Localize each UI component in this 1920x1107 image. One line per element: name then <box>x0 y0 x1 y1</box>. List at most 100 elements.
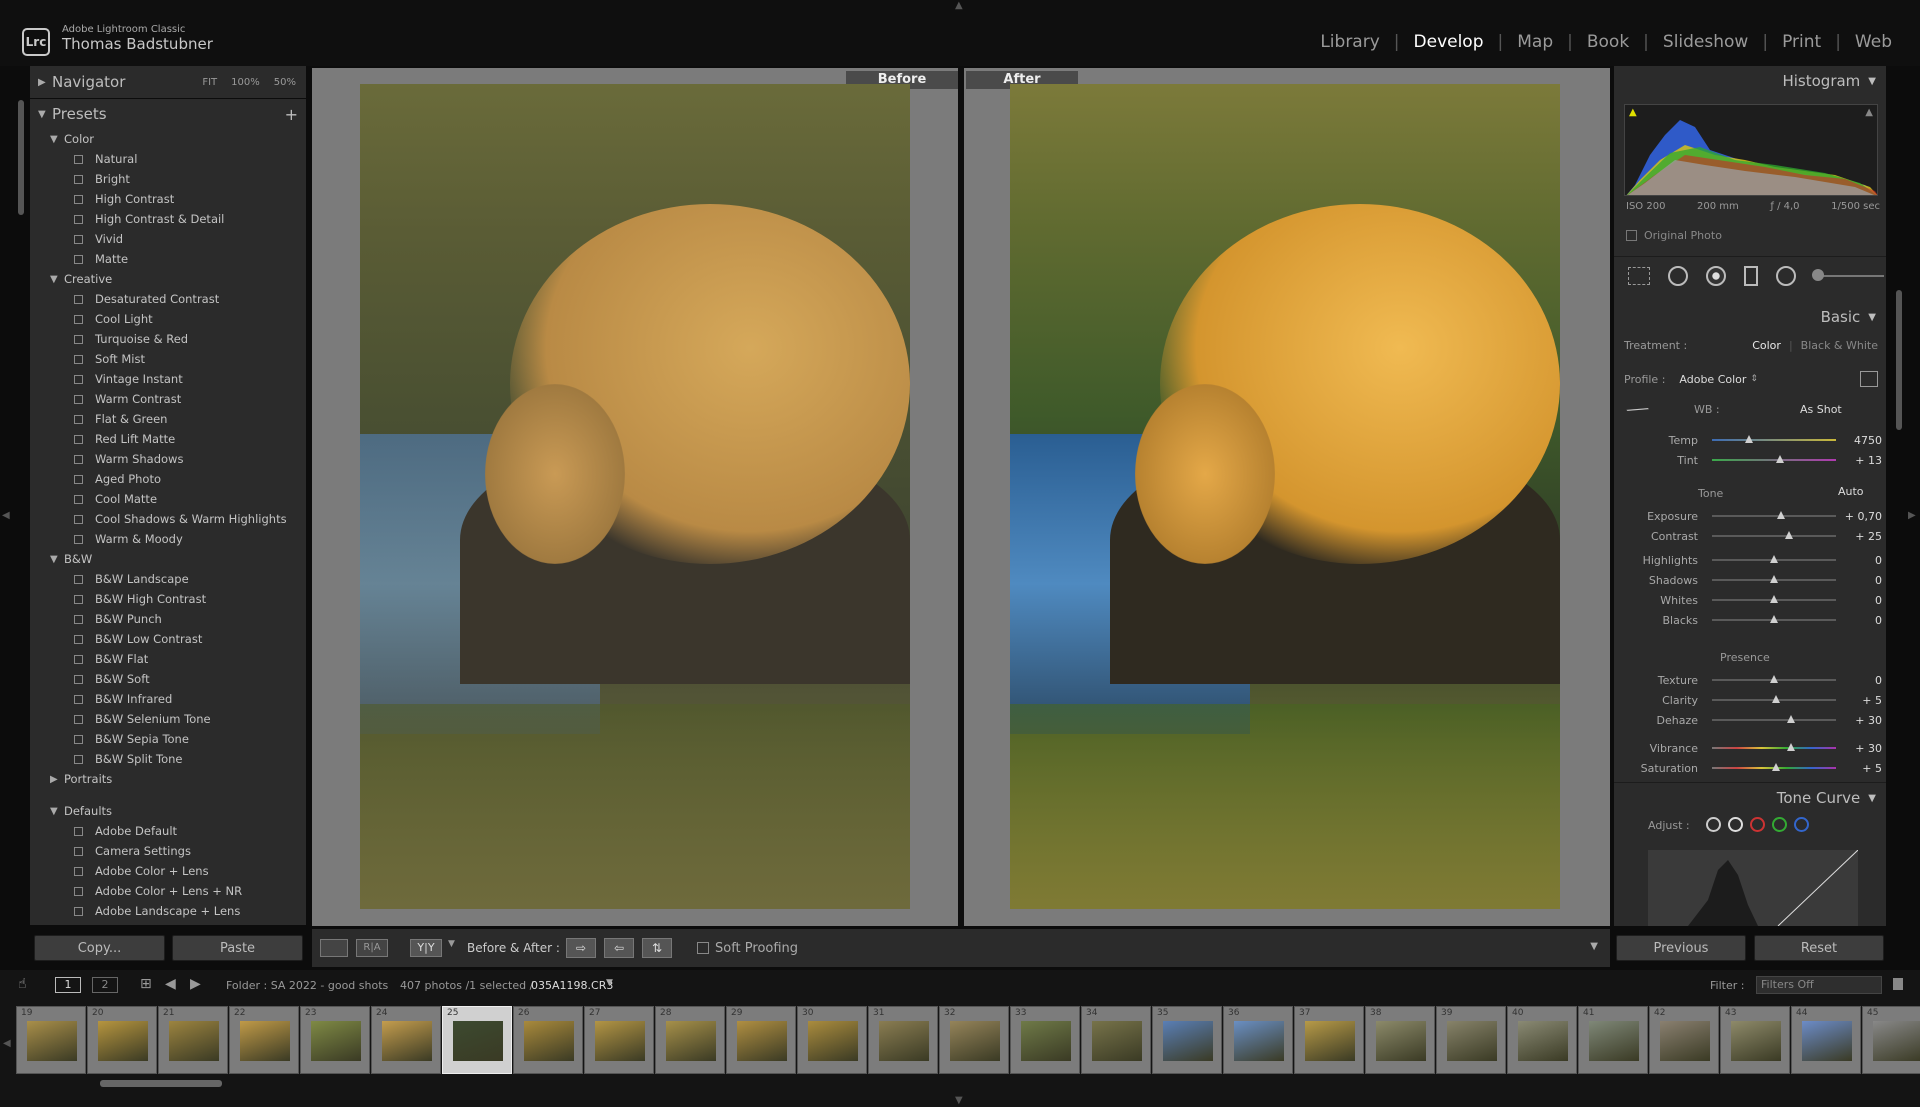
contrast-track[interactable] <box>1712 531 1836 539</box>
contrast-value[interactable]: + 25 <box>1842 530 1882 543</box>
dehaze-value[interactable]: + 30 <box>1842 714 1882 727</box>
expand-triangle-icon[interactable]: ▶ <box>50 774 64 785</box>
preset-item[interactable]: B&W Flat <box>30 649 306 669</box>
shadows-slider[interactable]: Shadows 0 <box>1614 570 1886 590</box>
left-panel-scrollbar[interactable] <box>18 100 24 215</box>
blacks-track[interactable] <box>1712 615 1836 623</box>
module-web[interactable]: Web <box>1841 32 1906 52</box>
preset-item[interactable]: Soft Mist <box>30 349 306 369</box>
temp-knob[interactable] <box>1745 435 1754 443</box>
filmstrip-thumbnail[interactable]: 30 <box>797 1006 867 1074</box>
preset-group[interactable]: ▼ B&W <box>30 549 306 569</box>
filmstrip-thumbnail[interactable]: 20 <box>87 1006 157 1074</box>
saturation-value[interactable]: + 5 <box>1842 762 1882 775</box>
red-channel-icon[interactable] <box>1750 817 1765 832</box>
profile-browser-icon[interactable] <box>1860 371 1878 387</box>
preset-group[interactable]: ▼ Color <box>30 129 306 149</box>
preset-item[interactable]: Cool Shadows & Warm Highlights <box>30 509 306 529</box>
whites-track[interactable] <box>1712 595 1836 603</box>
shadows-track[interactable] <box>1712 575 1836 583</box>
exposure-knob[interactable] <box>1777 511 1786 519</box>
preset-item[interactable]: Aged Photo <box>30 469 306 489</box>
tint-slider[interactable]: Tint + 13 <box>1614 450 1886 470</box>
after-photo[interactable] <box>1010 84 1560 909</box>
preset-item[interactable]: B&W Soft <box>30 669 306 689</box>
shadows-value[interactable]: 0 <box>1842 574 1882 587</box>
dehaze-track[interactable] <box>1712 715 1836 723</box>
preset-item[interactable]: B&W Selenium Tone <box>30 709 306 729</box>
preset-item[interactable]: Vivid <box>30 229 306 249</box>
collapse-triangle-icon[interactable]: ▼ <box>50 806 64 817</box>
highlights-track[interactable] <box>1712 555 1836 563</box>
filmstrip-thumbnail[interactable]: 41 <box>1578 1006 1648 1074</box>
swap-before-after-icon[interactable]: ⇅ <box>642 938 672 958</box>
masking-tool-icon[interactable] <box>1744 266 1758 286</box>
preset-item[interactable]: High Contrast & Detail <box>30 209 306 229</box>
preset-item[interactable]: Bright <box>30 169 306 189</box>
contrast-slider[interactable]: Contrast + 25 <box>1614 526 1886 546</box>
vibrance-knob[interactable] <box>1787 743 1796 751</box>
previous-button[interactable]: Previous <box>1616 935 1746 961</box>
bottom-panel-toggle-icon[interactable]: ▼ <box>955 1095 963 1106</box>
expand-triangle-icon[interactable]: ▶ <box>38 77 52 88</box>
texture-knob[interactable] <box>1770 675 1778 683</box>
filmstrip-thumbnail[interactable]: 42 <box>1649 1006 1719 1074</box>
temp-value[interactable]: 4750 <box>1842 434 1882 447</box>
main-screen-button[interactable]: 1 <box>55 977 81 993</box>
saturation-track[interactable] <box>1712 763 1836 771</box>
preset-item[interactable]: Warm & Moody <box>30 529 306 549</box>
filmstrip-thumbnail[interactable]: 45 <box>1862 1006 1920 1074</box>
tone-curve-title[interactable]: Tone Curve <box>1777 789 1861 807</box>
preset-item[interactable]: Desaturated Contrast <box>30 289 306 309</box>
preset-item[interactable]: Camera Settings <box>30 841 306 861</box>
top-panel-toggle-icon[interactable]: ▲ <box>955 0 963 11</box>
vibrance-value[interactable]: + 30 <box>1842 742 1882 755</box>
shadows-knob[interactable] <box>1770 575 1778 583</box>
preset-item[interactable]: B&W High Contrast <box>30 589 306 609</box>
tint-track[interactable] <box>1712 455 1836 463</box>
exposure-track[interactable] <box>1712 511 1836 519</box>
dehaze-knob[interactable] <box>1787 715 1796 723</box>
preset-item[interactable]: Vintage Instant <box>30 369 306 389</box>
filmstrip-thumbnail[interactable]: 32 <box>939 1006 1009 1074</box>
dehaze-slider[interactable]: Dehaze + 30 <box>1614 710 1886 730</box>
left-panel-toggle-icon[interactable]: ◀ <box>2 510 10 521</box>
blacks-slider[interactable]: Blacks 0 <box>1614 610 1886 630</box>
green-channel-icon[interactable] <box>1772 817 1787 832</box>
preset-item[interactable]: Flat & Green <box>30 409 306 429</box>
preset-item[interactable]: B&W Infrared <box>30 689 306 709</box>
healing-tool-icon[interactable] <box>1668 266 1688 286</box>
whites-value[interactable]: 0 <box>1842 594 1882 607</box>
filmstrip-thumbnail[interactable]: 23 <box>300 1006 370 1074</box>
preset-item[interactable]: Warm Shadows <box>30 449 306 469</box>
forward-arrow-icon[interactable]: ▶ <box>190 976 201 992</box>
preset-group[interactable]: ▼ Defaults <box>30 801 306 821</box>
filmstrip-thumbnail[interactable]: 21 <box>158 1006 228 1074</box>
filmstrip-thumbnail[interactable]: 34 <box>1081 1006 1151 1074</box>
before-photo[interactable] <box>360 84 910 909</box>
module-map[interactable]: Map <box>1503 32 1567 52</box>
copy-before-to-after-icon[interactable]: ⇨ <box>566 938 596 958</box>
treatment-color[interactable]: Color <box>1752 339 1781 352</box>
collapse-triangle-icon[interactable]: ▼ <box>50 134 64 145</box>
preset-item[interactable]: Adobe Landscape + Lens <box>30 901 306 919</box>
back-arrow-icon[interactable]: ◀ <box>165 976 176 992</box>
preset-group[interactable]: ▼ Creative <box>30 269 306 289</box>
collapse-triangle-icon[interactable]: ▼ <box>50 274 64 285</box>
tone-curve-graph[interactable] <box>1648 850 1858 926</box>
highlights-value[interactable]: 0 <box>1842 554 1882 567</box>
point-curve-icon[interactable] <box>1728 817 1743 832</box>
filmstrip-thumbnail[interactable]: 28 <box>655 1006 725 1074</box>
preset-item[interactable]: B&W Punch <box>30 609 306 629</box>
copy-button[interactable]: Copy... <box>34 935 165 961</box>
navigator-title[interactable]: Navigator <box>52 73 125 91</box>
brush-size-slider[interactable] <box>1812 269 1884 281</box>
preset-item[interactable]: B&W Landscape <box>30 569 306 589</box>
zoom-100[interactable]: 100% <box>231 77 260 88</box>
filmstrip-thumbnail[interactable]: 39 <box>1436 1006 1506 1074</box>
wb-value[interactable]: As Shot <box>1800 403 1842 416</box>
module-print[interactable]: Print <box>1768 32 1835 52</box>
whites-knob[interactable] <box>1770 595 1778 603</box>
hand-pointer-icon[interactable]: ☝ <box>18 976 27 992</box>
original-photo-checkbox[interactable] <box>1626 230 1637 241</box>
